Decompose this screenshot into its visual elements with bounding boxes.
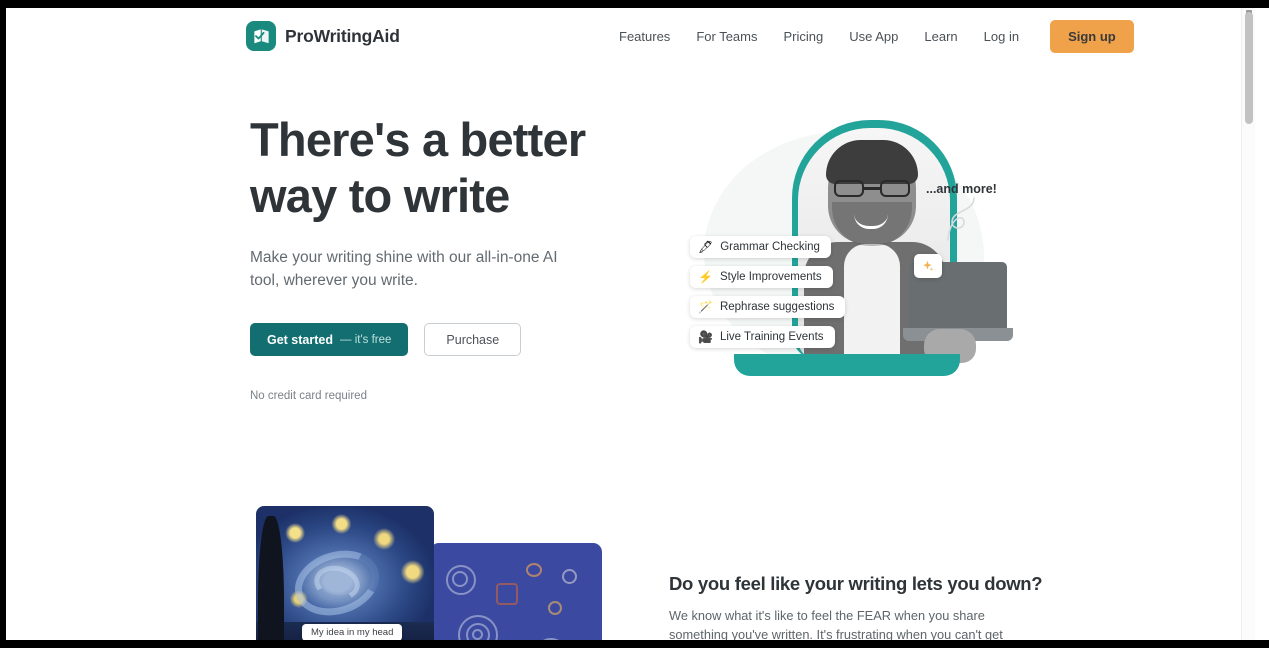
starry-night-image bbox=[256, 506, 434, 640]
feature-chip-list: 🖋 Grammar Checking ⚡ Style Improvements … bbox=[690, 236, 900, 356]
feature-chip-style-improvements[interactable]: ⚡ Style Improvements bbox=[690, 266, 833, 288]
film-camera-icon: 🎥 bbox=[698, 330, 713, 344]
sparkles-icon bbox=[914, 254, 942, 278]
hero-illustration: 🖋 Grammar Checking ⚡ Style Improvements … bbox=[674, 104, 1024, 394]
pen-icon: 🖋 bbox=[698, 240, 714, 254]
site-header: ProWritingAid Features For Teams Pricing… bbox=[6, 8, 1255, 64]
logo-text: ProWritingAid bbox=[285, 25, 400, 46]
hero-cta-group: Get started — it's free Purchase bbox=[250, 323, 630, 356]
prowritingaid-book-check-icon bbox=[246, 21, 276, 51]
nav-item-features[interactable]: Features bbox=[606, 29, 683, 44]
person-hair bbox=[826, 140, 918, 184]
image-caption: My idea in my head bbox=[302, 624, 403, 640]
sign-up-button[interactable]: Sign up bbox=[1050, 19, 1134, 53]
nav-item-for-teams[interactable]: For Teams bbox=[683, 29, 770, 44]
hero-title-line-1: There's a better bbox=[250, 113, 586, 166]
main-nav: Features For Teams Pricing Use App Learn… bbox=[606, 8, 1134, 64]
feature-chip-live-training-events[interactable]: 🎥 Live Training Events bbox=[690, 326, 835, 348]
pointer-curve-icon bbox=[947, 197, 975, 241]
blue-doodle-panel bbox=[430, 543, 602, 640]
feature-chip-label: Live Training Events bbox=[719, 331, 824, 343]
nav-item-learn[interactable]: Learn bbox=[911, 29, 970, 44]
page-viewport: ProWritingAid Features For Teams Pricing… bbox=[6, 8, 1255, 640]
section2-body: We know what it's like to feel the FEAR … bbox=[669, 608, 1003, 640]
section2-title: Do you feel like your writing lets you d… bbox=[669, 573, 1043, 594]
glasses-icon bbox=[834, 180, 910, 197]
get-started-button[interactable]: Get started — it's free bbox=[250, 323, 409, 356]
no-credit-card-note: No credit card required bbox=[250, 390, 367, 402]
hero-copy: There's a better way to write Make your … bbox=[250, 112, 630, 402]
browser-frame: ProWritingAid Features For Teams Pricing… bbox=[6, 8, 1269, 640]
page-scrollbar[interactable] bbox=[1241, 8, 1255, 640]
lightning-icon: ⚡ bbox=[698, 270, 713, 284]
feature-chip-rephrase-suggestions[interactable]: 🪄 Rephrase suggestions bbox=[690, 296, 846, 318]
purchase-button[interactable]: Purchase bbox=[424, 323, 522, 356]
section2-illustration: My idea in my head bbox=[256, 506, 602, 640]
logo[interactable]: ProWritingAid bbox=[246, 21, 400, 51]
feature-chip-label: Style Improvements bbox=[719, 271, 822, 283]
cypress-tree bbox=[258, 516, 284, 640]
feature-chip-grammar-checking[interactable]: 🖋 Grammar Checking bbox=[690, 236, 831, 258]
page-title: There's a better way to write bbox=[250, 112, 630, 224]
hero-subtitle: Make your writing shine with our all-in-… bbox=[250, 249, 558, 289]
feature-chip-label: Rephrase suggestions bbox=[719, 301, 835, 313]
nav-item-log-in[interactable]: Log in bbox=[971, 29, 1032, 44]
hero-title-line-2: way to write bbox=[250, 169, 510, 222]
nav-item-pricing[interactable]: Pricing bbox=[770, 29, 836, 44]
teal-base-bar bbox=[734, 354, 960, 376]
magic-wand-icon: 🪄 bbox=[698, 300, 713, 314]
section2-copy: Do you feel like your writing lets you d… bbox=[669, 573, 1043, 640]
feature-chip-label: Grammar Checking bbox=[720, 241, 820, 253]
and-more-label: ...and more! bbox=[926, 182, 997, 196]
nav-item-use-app[interactable]: Use App bbox=[836, 29, 911, 44]
get-started-label: Get started bbox=[267, 332, 333, 347]
scrollbar-thumb[interactable] bbox=[1245, 12, 1253, 124]
get-started-sublabel: — it's free bbox=[340, 333, 392, 346]
